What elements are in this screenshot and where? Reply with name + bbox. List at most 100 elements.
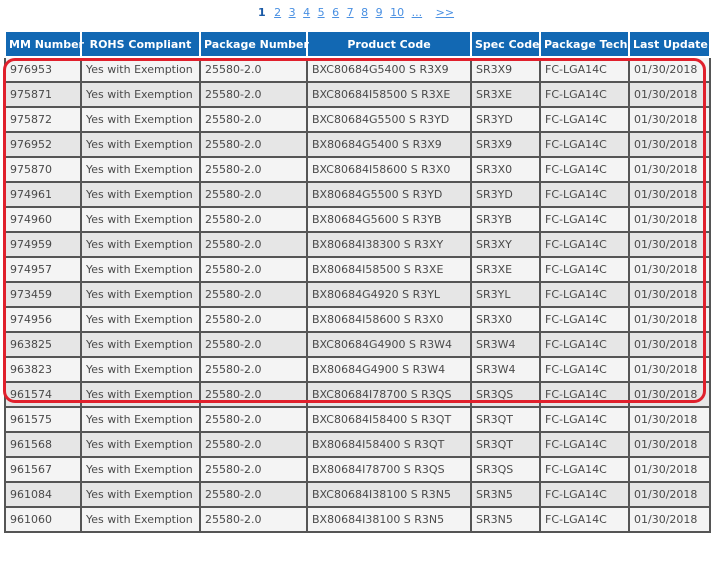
rohs-compliant-cell: Yes with Exemption bbox=[80, 106, 201, 133]
package-tech-cell: FC-LGA14C bbox=[539, 281, 630, 308]
last-update-cell: 01/30/2018 bbox=[628, 406, 711, 433]
spec-code-cell: SR3YD bbox=[470, 181, 541, 208]
mm-number-cell: 974960 bbox=[4, 206, 82, 233]
rohs-compliant-cell: Yes with Exemption bbox=[80, 156, 201, 183]
table-row: 976952 Yes with Exemption 25580-2.0 BX80684… bbox=[4, 131, 711, 158]
package-tech-cell: FC-LGA14C bbox=[539, 331, 630, 358]
pagination-page-link[interactable]: 7 bbox=[347, 6, 354, 19]
mm-number-cell: 961084 bbox=[4, 481, 82, 508]
rohs-compliant-cell: Yes with Exemption bbox=[80, 331, 201, 358]
mm-number-cell: 975871 bbox=[4, 81, 82, 108]
rohs-compliant-cell: Yes with Exemption bbox=[80, 206, 201, 233]
package-tech-cell: FC-LGA14C bbox=[539, 356, 630, 383]
pagination-page-link[interactable]: 10 bbox=[390, 6, 404, 19]
spec-code-cell: SR3N5 bbox=[470, 481, 541, 508]
spec-code-cell: SR3XE bbox=[470, 256, 541, 283]
rohs-compliant-cell: Yes with Exemption bbox=[80, 281, 201, 308]
pagination-next-link[interactable]: >> bbox=[436, 6, 454, 19]
table-row: 961575 Yes with Exemption 25580-2.0 BXC8068… bbox=[4, 406, 711, 433]
product-code-cell: BX80684G5500 S R3YD bbox=[306, 181, 472, 208]
table-header-row: MM Number ROHS Compliant Package Number … bbox=[4, 30, 711, 58]
pagination-page-link[interactable]: 5 bbox=[318, 6, 325, 19]
pagination-page-link[interactable]: 9 bbox=[376, 6, 383, 19]
table-row: 976953 Yes with Exemption 25580-2.0 BXC8068… bbox=[4, 56, 711, 83]
rohs-compliant-cell: Yes with Exemption bbox=[80, 131, 201, 158]
package-number-cell: 25580-2.0 bbox=[199, 506, 308, 533]
pagination-page-link[interactable]: 2 bbox=[274, 6, 281, 19]
pagination-page-link[interactable]: 3 bbox=[289, 6, 296, 19]
column-header-package-number[interactable]: Package Number bbox=[199, 30, 309, 58]
spec-code-cell: SR3QT bbox=[470, 406, 541, 433]
product-code-cell: BX80684I38100 S R3N5 bbox=[306, 506, 472, 533]
spec-code-cell: SR3X9 bbox=[470, 131, 541, 158]
rohs-compliant-cell: Yes with Exemption bbox=[80, 456, 201, 483]
pagination-page-link[interactable]: 4 bbox=[303, 6, 310, 19]
last-update-cell: 01/30/2018 bbox=[628, 431, 711, 458]
table-row: 961060 Yes with Exemption 25580-2.0 BX80684… bbox=[4, 506, 711, 533]
last-update-cell: 01/30/2018 bbox=[628, 131, 711, 158]
product-code-cell: BX80684I38300 S R3XY bbox=[306, 231, 472, 258]
mm-number-cell: 973459 bbox=[4, 281, 82, 308]
last-update-cell: 01/30/2018 bbox=[628, 206, 711, 233]
pagination: 1 2 3 4 5 6 7 8 9 10 ... >> bbox=[0, 6, 712, 20]
table-row: 963825 Yes with Exemption 25580-2.0 BXC8068… bbox=[4, 331, 711, 358]
spec-code-cell: SR3QT bbox=[470, 431, 541, 458]
rohs-compliant-cell: Yes with Exemption bbox=[80, 181, 201, 208]
product-code-cell: BX80684I58600 S R3X0 bbox=[306, 306, 472, 333]
rohs-compliant-cell: Yes with Exemption bbox=[80, 481, 201, 508]
product-code-cell: BX80684I58500 S R3XE bbox=[306, 256, 472, 283]
spec-code-cell: SR3XE bbox=[470, 81, 541, 108]
package-number-cell: 25580-2.0 bbox=[199, 206, 308, 233]
package-number-cell: 25580-2.0 bbox=[199, 456, 308, 483]
last-update-cell: 01/30/2018 bbox=[628, 456, 711, 483]
rohs-compliant-cell: Yes with Exemption bbox=[80, 56, 201, 83]
column-header-package-tech[interactable]: Package Tech bbox=[539, 30, 630, 58]
table-body: 976953 Yes with Exemption 25580-2.0 BXC8068… bbox=[4, 56, 711, 533]
product-code-cell: BXC80684G5400 S R3X9 bbox=[306, 56, 472, 83]
table-row: 974957 Yes with Exemption 25580-2.0 BX80684… bbox=[4, 256, 711, 283]
mm-number-cell: 974956 bbox=[4, 306, 82, 333]
package-tech-cell: FC-LGA14C bbox=[539, 481, 630, 508]
package-number-cell: 25580-2.0 bbox=[199, 406, 308, 433]
rohs-compliant-cell: Yes with Exemption bbox=[80, 306, 201, 333]
table-row: 961567 Yes with Exemption 25580-2.0 BX80684… bbox=[4, 456, 711, 483]
package-number-cell: 25580-2.0 bbox=[199, 331, 308, 358]
product-code-cell: BX80684G5600 S R3YB bbox=[306, 206, 472, 233]
last-update-cell: 01/30/2018 bbox=[628, 56, 711, 83]
column-header-mm-number[interactable]: MM Number bbox=[4, 30, 84, 58]
package-number-cell: 25580-2.0 bbox=[199, 431, 308, 458]
spec-table: MM Number ROHS Compliant Package Number … bbox=[4, 30, 711, 533]
package-tech-cell: FC-LGA14C bbox=[539, 256, 630, 283]
pagination-page-link[interactable]: 8 bbox=[361, 6, 368, 19]
table-row: 961568 Yes with Exemption 25580-2.0 BX80684… bbox=[4, 431, 711, 458]
mm-number-cell: 975872 bbox=[4, 106, 82, 133]
spec-code-cell: SR3X9 bbox=[470, 56, 541, 83]
package-tech-cell: FC-LGA14C bbox=[539, 56, 630, 83]
product-code-cell: BXC80684I58600 S R3X0 bbox=[306, 156, 472, 183]
mm-number-cell: 976953 bbox=[4, 56, 82, 83]
package-tech-cell: FC-LGA14C bbox=[539, 506, 630, 533]
table-row: 975872 Yes with Exemption 25580-2.0 BXC8068… bbox=[4, 106, 711, 133]
package-tech-cell: FC-LGA14C bbox=[539, 106, 630, 133]
mm-number-cell: 961574 bbox=[4, 381, 82, 408]
pagination-page-link[interactable]: 6 bbox=[332, 6, 339, 19]
package-tech-cell: FC-LGA14C bbox=[539, 131, 630, 158]
last-update-cell: 01/30/2018 bbox=[628, 481, 711, 508]
column-header-product-code[interactable]: Product Code bbox=[306, 30, 472, 58]
package-number-cell: 25580-2.0 bbox=[199, 356, 308, 383]
package-number-cell: 25580-2.0 bbox=[199, 131, 308, 158]
mm-number-cell: 975870 bbox=[4, 156, 82, 183]
product-code-cell: BX80684G4920 S R3YL bbox=[306, 281, 472, 308]
column-header-rohs-compliant[interactable]: ROHS Compliant bbox=[80, 30, 201, 58]
spec-code-cell: SR3YL bbox=[470, 281, 541, 308]
product-code-cell: BX80684I78700 S R3QS bbox=[306, 456, 472, 483]
rohs-compliant-cell: Yes with Exemption bbox=[80, 381, 201, 408]
column-header-spec-code[interactable]: Spec Code bbox=[470, 30, 541, 58]
pagination-ellipsis-link[interactable]: ... bbox=[412, 6, 423, 19]
rohs-compliant-cell: Yes with Exemption bbox=[80, 406, 201, 433]
rohs-compliant-cell: Yes with Exemption bbox=[80, 256, 201, 283]
spec-code-cell: SR3YD bbox=[470, 106, 541, 133]
product-code-cell: BXC80684I58400 S R3QT bbox=[306, 406, 472, 433]
column-header-last-update[interactable]: Last Update bbox=[628, 30, 711, 58]
package-number-cell: 25580-2.0 bbox=[199, 231, 308, 258]
